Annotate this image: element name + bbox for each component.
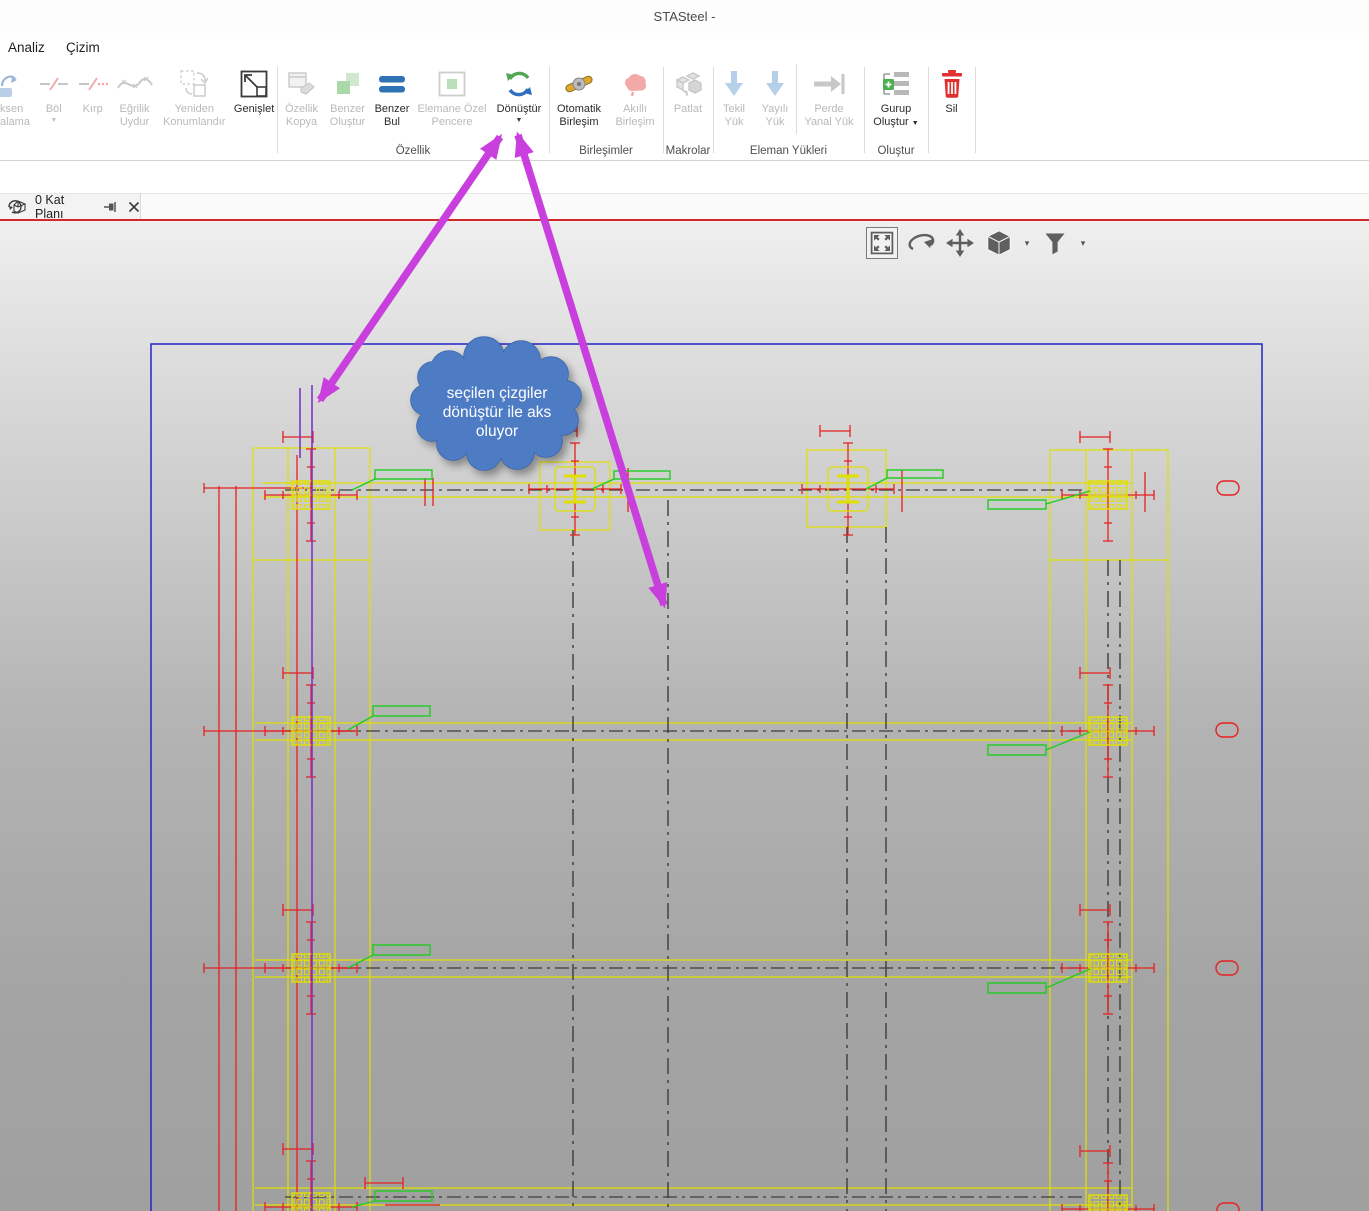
chevron-down-icon: ▼ [50,117,58,124]
group-label-eleman-yukleri: Eleman Yükleri [749,145,828,157]
group-label-birlesimler: Birleşimler [579,145,633,157]
trash-icon [940,65,964,103]
similar-find-icon [378,65,406,103]
view-cube-icon[interactable] [983,227,1015,259]
filter-icon[interactable] [1039,227,1071,259]
menu-tab-cizim[interactable]: Çizim [66,33,100,62]
ribbon-group-makrolar: Patlat Makrolar [664,62,712,159]
group-separator [796,64,797,134]
ribbon-button-ozellik-kopya[interactable]: Özellik Kopya [278,62,325,140]
drawing-canvas[interactable] [0,221,1369,1211]
distributed-load-icon [762,65,788,103]
reposition-icon [180,65,209,103]
ribbon-button-tekil-yuk[interactable]: Tekil Yük [714,62,754,140]
ribbon-group-olustur: Gurup Oluştur ▼ Oluştur [865,62,927,159]
zoom-extents-icon[interactable] [866,227,898,259]
ribbon-button-patlat[interactable]: Patlat [664,62,712,140]
ribbon: ksen alama Böl ▼ Kırp Eğrilik Uydur Yeni… [0,62,1369,161]
ribbon-button-yeniden-konumlandir[interactable]: Yeniden Konumlandır [157,62,231,140]
ribbon-button-perde-yanal-yuk[interactable]: Perde Yanal Yük [797,62,861,140]
similar-create-icon [336,65,360,103]
pan-icon[interactable] [944,227,976,259]
extend-icon [240,65,268,103]
point-load-icon [721,65,747,103]
chevron-down-icon: ▼ [911,120,919,127]
explode-icon [673,65,703,103]
ribbon-button-yayili-yuk[interactable]: Yayılı Yük [754,62,796,140]
ribbon-button-egrilik-uydur[interactable]: Eğrilik Uydur [112,62,158,140]
menu-tab-analiz[interactable]: Analiz [8,33,45,62]
smart-connection-icon [620,65,650,103]
window-title: STASteel - [653,9,716,24]
trim-icon [78,65,108,103]
curve-fit-icon [116,65,153,103]
titlebar: STASteel - [0,0,1369,33]
ribbon-button-benzer-olustur[interactable]: Benzer Oluştur [325,62,370,140]
ribbon-button-gurup-olustur[interactable]: Gurup Oluştur ▼ [865,62,927,140]
ribbon-button-otomatik-birlesim[interactable]: Otomatik Birleşim [550,62,608,140]
ribbon-group-eleman-yukleri: Tekil Yük Yayılı Yük Perde Yanal Yük Eleman… [714,62,863,159]
ribbon-group-sil: Sil [929,62,974,159]
ribbon-button-donustur[interactable]: Dönüştür ▼ [490,62,548,140]
axis-snap-icon [0,65,22,103]
group-label-makrolar: Makrolar [665,145,711,157]
element-window-icon [438,65,466,103]
property-copy-icon [287,65,316,103]
ribbon-group-ozellik: Özellik Kopya Benzer Oluştur Benzer Bul Ele… [278,62,548,159]
ribbon-button-bol[interactable]: Böl ▼ [34,62,74,140]
group-label-ozellik: Özellik [395,145,431,157]
auto-connection-icon [562,65,596,103]
app-window: { "window": { "title": "STASteel -" }, "… [0,0,1369,1211]
ribbon-button-elemane-ozel-pencere[interactable]: Elemane Özel Pencere [414,62,490,140]
3d-view-icon [8,198,28,216]
ribbon-group-birlesimler: Otomatik Birleşim Akıllı Birleşim Birleşim… [550,62,662,159]
ribbon-button-sil[interactable]: Sil [929,62,974,140]
orbit-icon[interactable] [905,227,937,259]
close-icon[interactable] [128,201,140,213]
chevron-down-icon[interactable]: ▾ [1078,238,1088,249]
group-separator [975,67,976,153]
document-tabbar: 0 Kat Planı [0,193,1369,221]
ribbon-button-benzer-bul[interactable]: Benzer Bul [370,62,414,140]
tab-0-kat-plani[interactable]: 0 Kat Planı [0,193,141,221]
group-create-icon [881,65,911,103]
tab-label: 0 Kat Planı [35,193,65,221]
ribbon-group-edit: ksen alama Böl ▼ Kırp Eğrilik Uydur Yeni… [0,62,277,159]
lateral-load-icon [813,65,845,103]
ribbon-button-genislet[interactable]: Genişlet [231,62,277,140]
menubar: Analiz Çizim [0,33,1369,62]
chevron-down-icon[interactable]: ▾ [1022,238,1032,249]
pin-icon[interactable] [103,200,117,214]
chevron-down-icon: ▼ [515,117,523,124]
group-label-olustur: Oluştur [877,145,915,157]
split-icon [39,65,69,103]
ribbon-button-akilli-birlesim[interactable]: Akıllı Birleşim [608,62,662,140]
view-toolbar: ▾ ▾ [866,227,1088,259]
ribbon-button-kirp[interactable]: Kırp [74,62,112,140]
ribbon-button-eksen-yakalama[interactable]: ksen alama [0,62,34,140]
convert-icon [504,65,534,103]
